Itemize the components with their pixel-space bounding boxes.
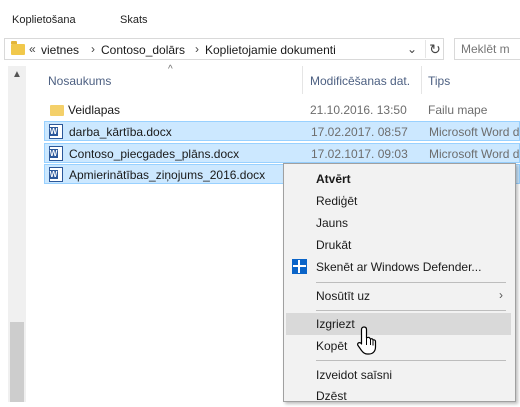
- menu-item-copy[interactable]: Kopēt: [286, 335, 511, 357]
- breadcrumb-contoso[interactable]: Contoso_dolārs: [101, 43, 185, 57]
- file-modified: 17.02.2017. 08:57: [311, 125, 408, 139]
- search-box[interactable]: [454, 38, 520, 60]
- column-header-type[interactable]: Tips: [428, 74, 450, 88]
- menu-item-label: Jauns: [316, 216, 349, 230]
- menu-item-create-shortcut[interactable]: Izveidot saīsni: [286, 364, 511, 386]
- file-type: Microsoft Word d: [429, 125, 520, 139]
- breadcrumb-separator[interactable]: ›: [195, 42, 199, 56]
- breadcrumb-separator[interactable]: ›: [91, 42, 95, 56]
- menu-item-label: Kopēt: [316, 339, 348, 353]
- chevron-down-icon[interactable]: ⌄: [407, 42, 417, 56]
- menu-item-print[interactable]: Drukāt: [286, 234, 511, 256]
- vertical-scrollbar[interactable]: ▲: [8, 66, 26, 402]
- file-row-selected[interactable]: darba_kārtība.docx 17.02.2017. 08:57 Mic…: [44, 121, 520, 141]
- menu-item-scan-defender[interactable]: Skenēt ar Windows Defender...: [286, 256, 511, 278]
- ribbon-tab-sharing[interactable]: Koplietošana: [12, 14, 76, 26]
- column-header-row: ^ Nosaukums Modificēšanas dat. Tips: [0, 64, 520, 96]
- menu-item-edit[interactable]: Rediģēt: [286, 190, 511, 212]
- file-row-selected[interactable]: Contoso_piecgades_plāns.docx 17.02.1017.…: [44, 143, 520, 163]
- menu-item-label: Izgriezt: [316, 317, 355, 331]
- menu-separator: [316, 360, 506, 361]
- file-name: darba_kārtība.docx: [69, 125, 172, 139]
- scrollbar-thumb[interactable]: [10, 322, 24, 402]
- context-menu: Atvērt Rediģēt Jauns Drukāt Skenēt ar Wi…: [283, 163, 516, 403]
- windows-defender-icon: [292, 259, 307, 274]
- menu-item-label: Dzēst: [316, 389, 347, 403]
- column-header-modified[interactable]: Modificēšanas dat.: [310, 74, 410, 88]
- folder-icon: [50, 105, 64, 116]
- column-divider[interactable]: [302, 66, 303, 94]
- menu-item-label: Nosūtīt uz: [316, 289, 371, 303]
- address-bar[interactable]: « vietnes › Contoso_dolārs › Koplietojam…: [4, 38, 444, 60]
- address-row: « vietnes › Contoso_dolārs › Koplietojam…: [0, 34, 520, 66]
- menu-item-label: Drukāt: [316, 238, 352, 252]
- breadcrumb-overflow[interactable]: «: [29, 42, 36, 56]
- word-document-icon: [49, 124, 63, 139]
- file-name: Apmierinātības_ziņojums_2016.docx: [69, 168, 266, 182]
- ribbon: Koplietošana Skats: [0, 0, 520, 35]
- sort-ascending-icon: ^: [168, 64, 173, 75]
- chevron-right-icon: ›: [499, 288, 503, 302]
- menu-item-label: Atvērt: [316, 172, 351, 186]
- file-type: Failu mape: [428, 103, 488, 117]
- search-input[interactable]: [461, 40, 520, 58]
- menu-item-label: Izveidot saīsni: [316, 368, 393, 382]
- hand-cursor-icon: [357, 326, 377, 355]
- ribbon-tab-view[interactable]: Skats: [120, 14, 148, 26]
- file-modified: 17.02.1017. 09:03: [311, 147, 408, 161]
- menu-separator: [316, 310, 506, 311]
- menu-item-label: Rediģēt: [316, 194, 358, 208]
- word-document-icon: [49, 167, 63, 182]
- file-name: Veidlapas: [68, 103, 121, 117]
- menu-item-cut[interactable]: Izgriezt: [286, 313, 511, 335]
- file-row-folder[interactable]: Veidlapas 21.10.2016. 13:50 Failu mape: [44, 100, 520, 120]
- file-type: Microsoft Word d: [429, 147, 520, 161]
- menu-item-new[interactable]: Jauns: [286, 212, 511, 234]
- word-document-icon: [49, 146, 63, 161]
- column-header-name[interactable]: Nosaukums: [48, 74, 111, 88]
- folder-icon: [11, 41, 25, 55]
- menu-item-label: Skenēt ar Windows Defender...: [316, 260, 482, 274]
- column-divider[interactable]: [421, 66, 422, 94]
- file-modified: 21.10.2016. 13:50: [310, 103, 407, 117]
- breadcrumb-shared-documents[interactable]: Koplietojamie dokumenti: [205, 43, 336, 57]
- breadcrumb-sites[interactable]: vietnes: [41, 43, 79, 57]
- menu-item-delete[interactable]: Dzēst: [286, 385, 511, 407]
- menu-separator: [316, 282, 506, 283]
- menu-item-send-to[interactable]: Nosūtīt uz ›: [286, 285, 511, 307]
- file-name: Contoso_piecgades_plāns.docx: [69, 147, 240, 161]
- refresh-icon[interactable]: ↻: [425, 40, 444, 58]
- menu-item-open[interactable]: Atvērt: [286, 168, 511, 190]
